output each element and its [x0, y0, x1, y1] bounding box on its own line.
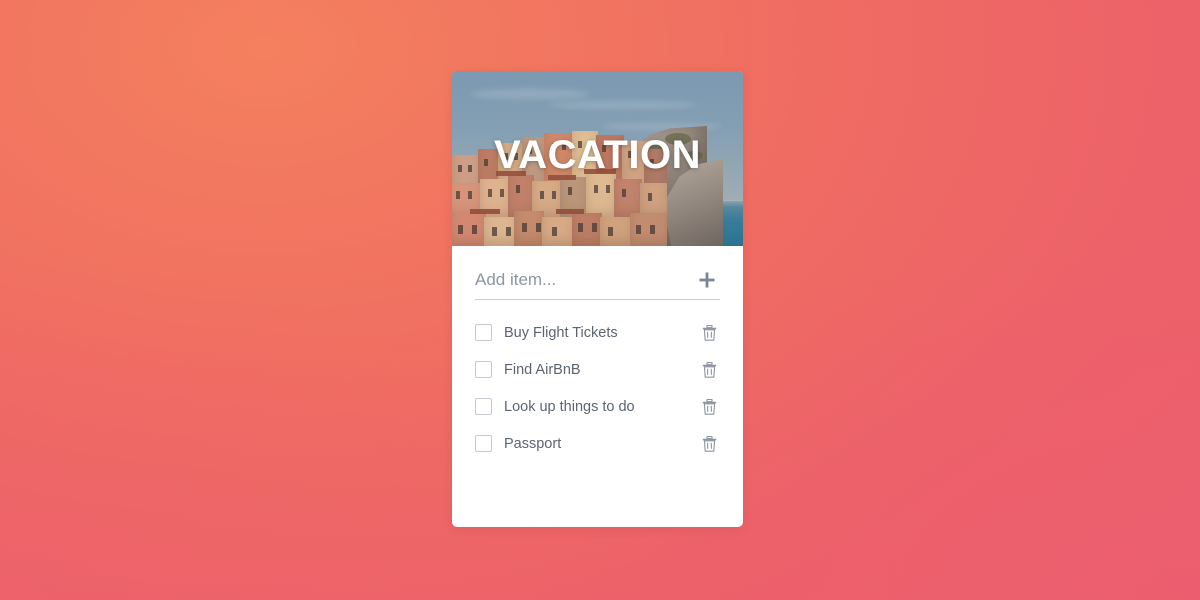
list-item: Buy Flight Tickets	[475, 314, 720, 351]
card-hero: VACATION	[452, 71, 743, 246]
add-item-button[interactable]	[696, 269, 718, 291]
list-item: Look up things to do	[475, 388, 720, 425]
trash-icon	[702, 324, 716, 341]
add-item-row	[475, 246, 720, 300]
add-item-input[interactable]	[475, 269, 675, 290]
item-label: Passport	[504, 435, 562, 452]
trash-icon	[702, 398, 716, 415]
delete-item-button[interactable]	[700, 324, 718, 342]
trash-icon	[702, 435, 716, 452]
item-label: Buy Flight Tickets	[504, 324, 618, 341]
delete-item-button[interactable]	[700, 435, 718, 453]
delete-item-button[interactable]	[700, 361, 718, 379]
hero-title: VACATION	[494, 133, 701, 177]
list-item: Find AirBnB	[475, 351, 720, 388]
list-item: Passport	[475, 425, 720, 462]
item-label: Look up things to do	[504, 398, 635, 415]
todo-card: VACATION Buy Flight Tickets	[452, 71, 743, 527]
delete-item-button[interactable]	[700, 398, 718, 416]
item-checkbox[interactable]	[475, 398, 492, 415]
todo-list: Buy Flight Tickets Find AirBnB Look up t…	[452, 300, 743, 462]
item-checkbox[interactable]	[475, 324, 492, 341]
item-checkbox[interactable]	[475, 435, 492, 452]
item-checkbox[interactable]	[475, 361, 492, 378]
plus-icon	[699, 272, 715, 287]
trash-icon	[702, 361, 716, 378]
app-background: VACATION Buy Flight Tickets	[0, 0, 1200, 600]
item-label: Find AirBnB	[504, 361, 581, 378]
